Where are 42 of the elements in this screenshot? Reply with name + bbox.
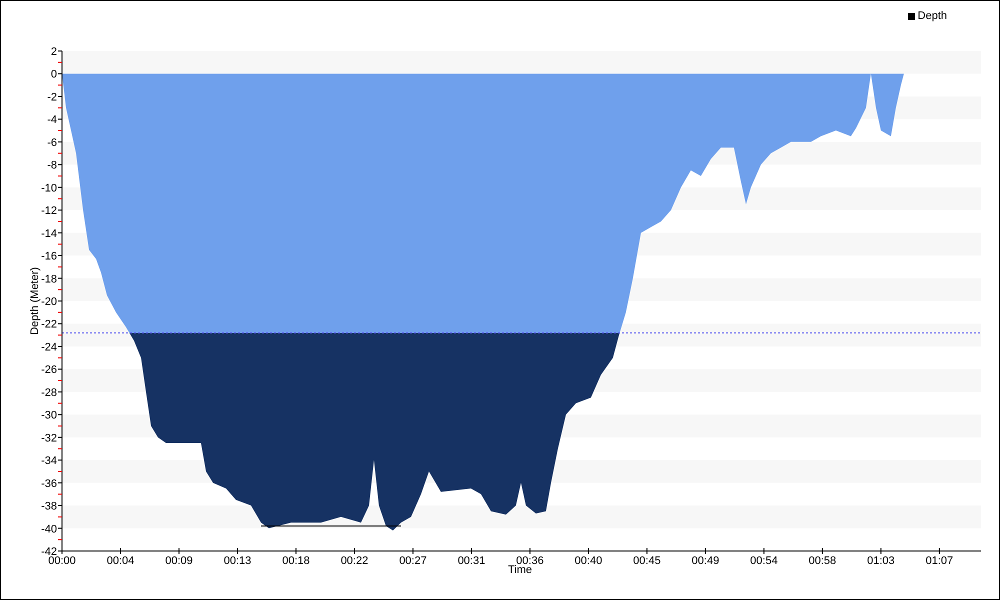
x-tick-label: 00:13: [224, 555, 252, 567]
x-tick-label: 00:40: [574, 555, 602, 567]
y-tick-label: -22: [41, 318, 57, 331]
y-tick-label: -6: [47, 136, 57, 149]
y-tick-label: 0: [50, 68, 57, 81]
y-tick-label: -12: [41, 205, 57, 218]
x-tick-label: 00:22: [340, 555, 368, 567]
y-tick-label: -18: [41, 273, 57, 286]
y-tick-label: 2: [50, 46, 57, 58]
x-tick-label: 00:45: [633, 555, 661, 567]
y-tick-label: -30: [41, 410, 57, 422]
x-tick-label: 00:27: [399, 555, 427, 567]
x-tick-label: 00:09: [165, 555, 193, 567]
y-tick-label: -20: [41, 296, 57, 308]
x-tick-label: 01:07: [926, 555, 954, 567]
y-tick-label: -34: [41, 455, 57, 468]
legend-label: Depth: [918, 8, 947, 24]
x-tick-label: 00:49: [692, 555, 720, 567]
x-tick-label: 00:31: [458, 555, 486, 567]
x-tick-label: 00:54: [750, 555, 778, 567]
y-tick-label: -16: [41, 250, 57, 263]
y-tick-label: -10: [41, 182, 57, 194]
y-tick-label: -28: [41, 386, 57, 399]
x-tick-label: 00:04: [106, 555, 134, 567]
y-tick-label: -40: [41, 523, 57, 536]
x-tick-label: 01:03: [867, 555, 895, 567]
y-tick-label: -32: [41, 432, 57, 444]
x-tick-label: 00:58: [808, 555, 836, 567]
y-tick-label: -26: [41, 364, 57, 376]
x-tick-label: 00:18: [282, 555, 310, 567]
legend-swatch-icon: [908, 12, 915, 20]
y-tick-label: -2: [47, 91, 57, 104]
y-axis-title: Depth (Meter): [29, 267, 41, 335]
y-tick-label: -24: [41, 341, 57, 354]
y-tick-label: -14: [41, 228, 57, 240]
y-tick-label: -4: [47, 114, 57, 126]
x-axis-title: Time: [508, 564, 532, 576]
x-tick-label: 00:00: [48, 555, 76, 567]
x-tick-label: 00:36: [516, 555, 544, 567]
y-tick-label: -8: [47, 160, 57, 172]
y-tick-label: -36: [41, 478, 57, 490]
y-tick-label: -38: [41, 500, 57, 513]
